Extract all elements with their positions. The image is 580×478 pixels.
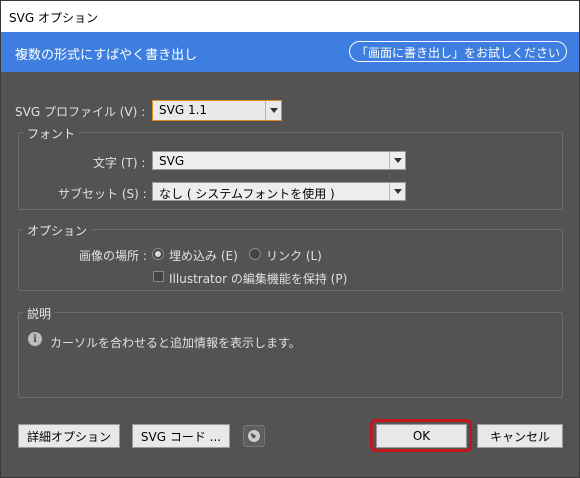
chevron-down-icon <box>389 183 405 200</box>
chevron-down-icon <box>389 152 405 169</box>
info-icon: i <box>28 332 42 346</box>
globe-icon <box>248 430 260 442</box>
svg-options-dialog: SVG オプション 複数の形式にすばやく書き出し 「画面に書き出し」をお試しくだ… <box>0 0 580 478</box>
options-group-title: オプション <box>23 222 92 239</box>
font-type-label: 文字 (T) : <box>93 156 146 170</box>
preserve-editing-checkbox[interactable] <box>153 271 164 282</box>
svg-code-button-label: SVG コード ... <box>140 429 222 444</box>
advanced-options-button-label: 詳細オプション <box>26 429 111 444</box>
font-type-value: SVG <box>159 154 185 168</box>
banner-text: 複数の形式にすばやく書き出し <box>15 48 198 63</box>
subset-dropdown[interactable]: なし ( システムフォントを使用 ) <box>152 182 406 201</box>
link-radio[interactable] <box>249 248 261 260</box>
ok-button[interactable]: OK <box>376 424 467 448</box>
ok-button-label: OK <box>412 429 431 443</box>
link-radio-label[interactable]: リンク (L) <box>266 247 322 264</box>
web-preview-button[interactable] <box>243 425 265 447</box>
window-title: SVG オプション <box>9 11 98 25</box>
subset-value: なし ( システムフォントを使用 ) <box>159 187 335 201</box>
svg-profile-dropdown[interactable]: SVG 1.1 <box>152 100 282 121</box>
chevron-down-icon <box>265 101 281 120</box>
svg-code-button[interactable]: SVG コード ... <box>132 424 230 448</box>
embed-radio-label[interactable]: 埋め込み (E) <box>169 247 238 264</box>
cancel-button[interactable]: キャンセル <box>477 424 563 448</box>
title-bar: SVG オプション <box>1 1 579 32</box>
try-export-screens-button[interactable]: 「画面に書き出し」をお試しください <box>348 41 567 62</box>
preserve-editing-label[interactable]: Illustrator の編集機能を保持 (P) <box>169 270 347 287</box>
embed-radio[interactable] <box>152 248 164 260</box>
image-location-label: 画像の場所 : <box>79 249 147 263</box>
description-text: カーソルを合わせると追加情報を表示します。 <box>50 336 301 350</box>
svg-profile-value: SVG 1.1 <box>159 103 208 117</box>
subset-label: サブセット (S) : <box>58 187 147 201</box>
svg-profile-label: SVG プロファイル (V) : <box>15 105 146 119</box>
font-group-title: フォント <box>23 125 80 142</box>
advanced-options-button[interactable]: 詳細オプション <box>18 424 120 448</box>
description-group <box>18 312 563 398</box>
font-type-dropdown[interactable]: SVG <box>152 151 406 170</box>
description-group-title: 説明 <box>23 305 56 322</box>
export-banner: 複数の形式にすばやく書き出し 「画面に書き出し」をお試しください <box>1 32 579 72</box>
cancel-button-label: キャンセル <box>489 429 550 444</box>
